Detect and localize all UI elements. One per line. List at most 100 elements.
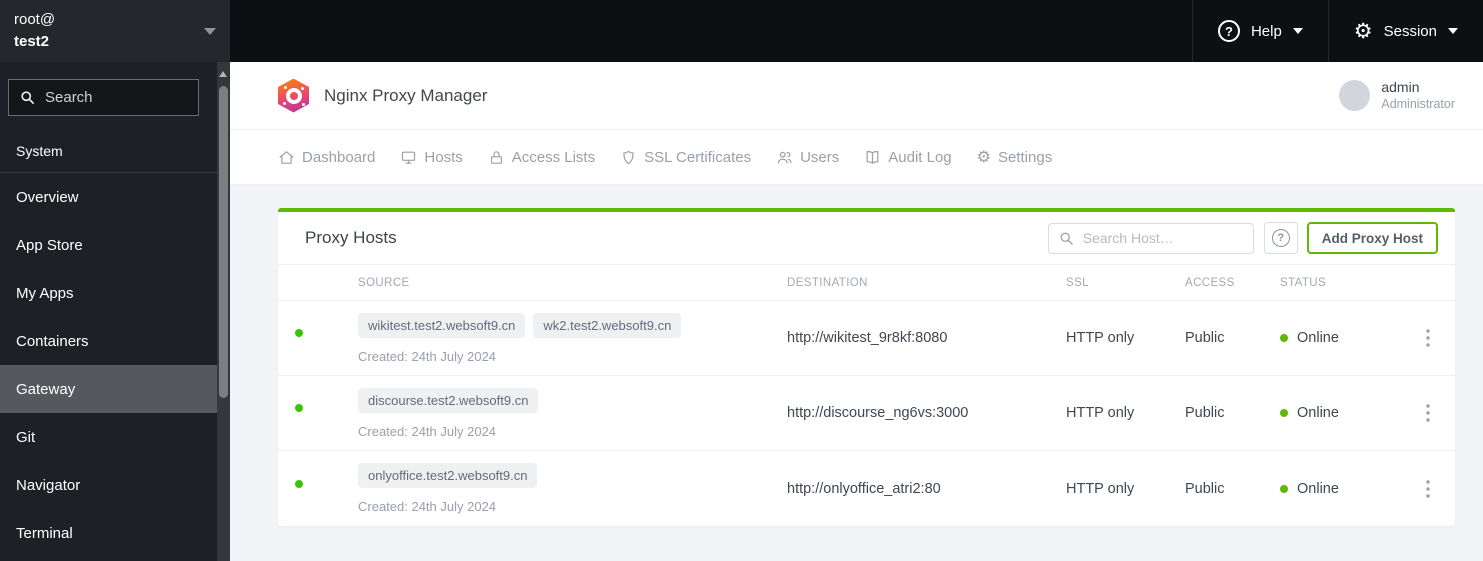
search-icon [21, 91, 34, 104]
sidebar-item-my-apps[interactable]: My Apps [0, 269, 217, 317]
kebab-menu-icon[interactable] [1425, 479, 1430, 498]
source-cell: wikitest.test2.websoft9.cn wk2.test2.web… [358, 312, 787, 364]
sidebar-item-terminal[interactable]: Terminal [0, 509, 217, 557]
app-header: Nginx Proxy Manager admin Administrator [230, 62, 1483, 130]
help-button[interactable]: ? [1263, 222, 1298, 254]
session-menu[interactable]: ⚙ Session [1327, 0, 1483, 62]
ssl-cell: HTTP only [1066, 330, 1135, 346]
sidebar-item-label: Overview [16, 188, 79, 206]
ssl-cell: HTTP only [1066, 480, 1135, 497]
source-domain-tag: onlyoffice.test2.websoft9.cn [358, 463, 538, 488]
sidebar-item-label: Navigator [16, 476, 81, 494]
access-cell: Public [1185, 330, 1225, 346]
host-switcher-label: root@ test2 [14, 9, 204, 54]
sidebar-search-input[interactable] [45, 89, 244, 106]
table-row: wikitest.test2.websoft9.cn wk2.test2.web… [278, 301, 1455, 376]
tab-hosts[interactable]: Hosts [400, 149, 463, 166]
source-tags: onlyoffice.test2.websoft9.cn [358, 463, 787, 488]
monitor-icon [402, 151, 416, 164]
sidebar: root@ test2 System Overview App Store My… [0, 0, 244, 561]
card-title: Proxy Hosts [305, 228, 397, 247]
main-area: ? Help ⚙ Session Nginx Proxy Manager adm… [230, 0, 1483, 561]
source-tags: wikitest.test2.websoft9.cn wk2.test2.web… [358, 312, 787, 338]
host-user: root@ [14, 10, 56, 28]
sidebar-item-label: Gateway [16, 380, 76, 398]
home-icon [279, 150, 294, 164]
status-cell: Online [1280, 481, 1400, 497]
tab-label: Audit Log [888, 148, 952, 166]
chevron-down-icon [204, 27, 216, 35]
tab-access-lists[interactable]: Access Lists [488, 149, 595, 166]
online-dot-icon [293, 402, 305, 414]
session-label: Session [1383, 22, 1437, 40]
sidebar-scrollbar[interactable] [217, 62, 230, 561]
chevron-down-icon [1292, 28, 1303, 34]
tab-dashboard[interactable]: Dashboard [278, 149, 375, 166]
sidebar-item-label: Containers [16, 332, 89, 350]
sidebar-item-app-store[interactable]: App Store [0, 221, 217, 269]
status-cell: Online [1280, 330, 1400, 346]
user-menu[interactable]: admin Administrator [1339, 78, 1455, 112]
chevron-down-icon [1448, 28, 1458, 34]
sidebar-item-label: Terminal [16, 524, 73, 542]
topbar: ? Help ⚙ Session [230, 0, 1483, 62]
sidebar-item-navigator[interactable]: Navigator [0, 461, 217, 509]
actions-cell [1400, 329, 1455, 347]
column-header-destination: DESTINATION [787, 276, 868, 289]
tab-settings[interactable]: ⚙ Settings [977, 149, 1053, 166]
sidebar-item-label: Git [16, 428, 36, 446]
sidebar-nav: Overview App Store My Apps Containers Ga… [0, 173, 217, 557]
app-title: Nginx Proxy Manager [324, 85, 488, 105]
search-icon [1060, 232, 1073, 245]
table-header-row: SOURCE DESTINATION SSL ACCESS STATUS [278, 264, 1455, 301]
book-icon [866, 150, 879, 164]
created-date: Created: 24th July 2024 [358, 423, 497, 439]
proxy-hosts-card: Proxy Hosts ? Add Proxy Host SOURCE DEST… [278, 208, 1455, 526]
sidebar-item-gateway[interactable]: Gateway [0, 365, 217, 413]
tab-audit-log[interactable]: Audit Log [864, 148, 952, 166]
created-date: Created: 24th July 2024 [358, 499, 497, 514]
tab-label: Users [800, 148, 840, 166]
tab-ssl-certificates[interactable]: SSL Certificates [620, 149, 751, 166]
tab-label: Settings [998, 148, 1053, 166]
tab-label: Access Lists [511, 148, 596, 166]
host-search-input[interactable] [1047, 222, 1254, 254]
host-switcher[interactable]: root@ test2 [0, 0, 230, 62]
status-label: Online [1297, 330, 1339, 346]
sidebar-item-overview[interactable]: Overview [0, 173, 217, 221]
sidebar-item-containers[interactable]: Containers [0, 317, 217, 365]
npm-logo-icon [278, 78, 309, 113]
sidebar-section-system: System [16, 143, 63, 159]
user-info: admin Administrator [1381, 78, 1455, 112]
user-name: admin [1381, 79, 1420, 96]
online-dot-icon [293, 477, 305, 490]
source-cell: discourse.test2.websoft9.cn Created: 24t… [358, 387, 787, 439]
destination-cell: http://onlyoffice_atri2:80 [787, 480, 941, 497]
source-domain-tag: wk2.test2.websoft9.cn [533, 312, 682, 338]
scrollbar-up-arrow-icon[interactable] [219, 71, 227, 77]
help-menu[interactable]: ? Help [1191, 0, 1328, 62]
user-role: Administrator [1381, 97, 1455, 112]
host-name: test2 [14, 33, 50, 50]
help-icon: ? [1217, 20, 1240, 42]
card-header: Proxy Hosts ? Add Proxy Host [278, 212, 1455, 264]
add-proxy-host-button[interactable]: Add Proxy Host [1306, 222, 1438, 254]
tab-label: Dashboard [302, 148, 376, 166]
table-row: discourse.test2.websoft9.cn Created: 24t… [278, 376, 1455, 451]
sidebar-search [8, 79, 244, 116]
scrollbar-thumb[interactable] [219, 86, 228, 398]
kebab-menu-icon[interactable] [1425, 329, 1430, 347]
status-label: Online [1297, 480, 1339, 497]
status-dot-icon [1280, 484, 1288, 493]
status-cell: Online [1280, 405, 1400, 421]
sidebar-item-git[interactable]: Git [0, 413, 217, 461]
host-search [1047, 222, 1254, 254]
column-header-access: ACCESS [1185, 276, 1235, 289]
source-domain-tag: wikitest.test2.websoft9.cn [358, 312, 526, 338]
content-area: Proxy Hosts ? Add Proxy Host SOURCE DEST… [230, 185, 1483, 561]
source-tags: discourse.test2.websoft9.cn [358, 387, 787, 413]
actions-cell [1400, 404, 1455, 422]
tab-users[interactable]: Users [776, 149, 839, 166]
kebab-menu-icon[interactable] [1425, 404, 1430, 422]
access-cell: Public [1185, 480, 1225, 497]
